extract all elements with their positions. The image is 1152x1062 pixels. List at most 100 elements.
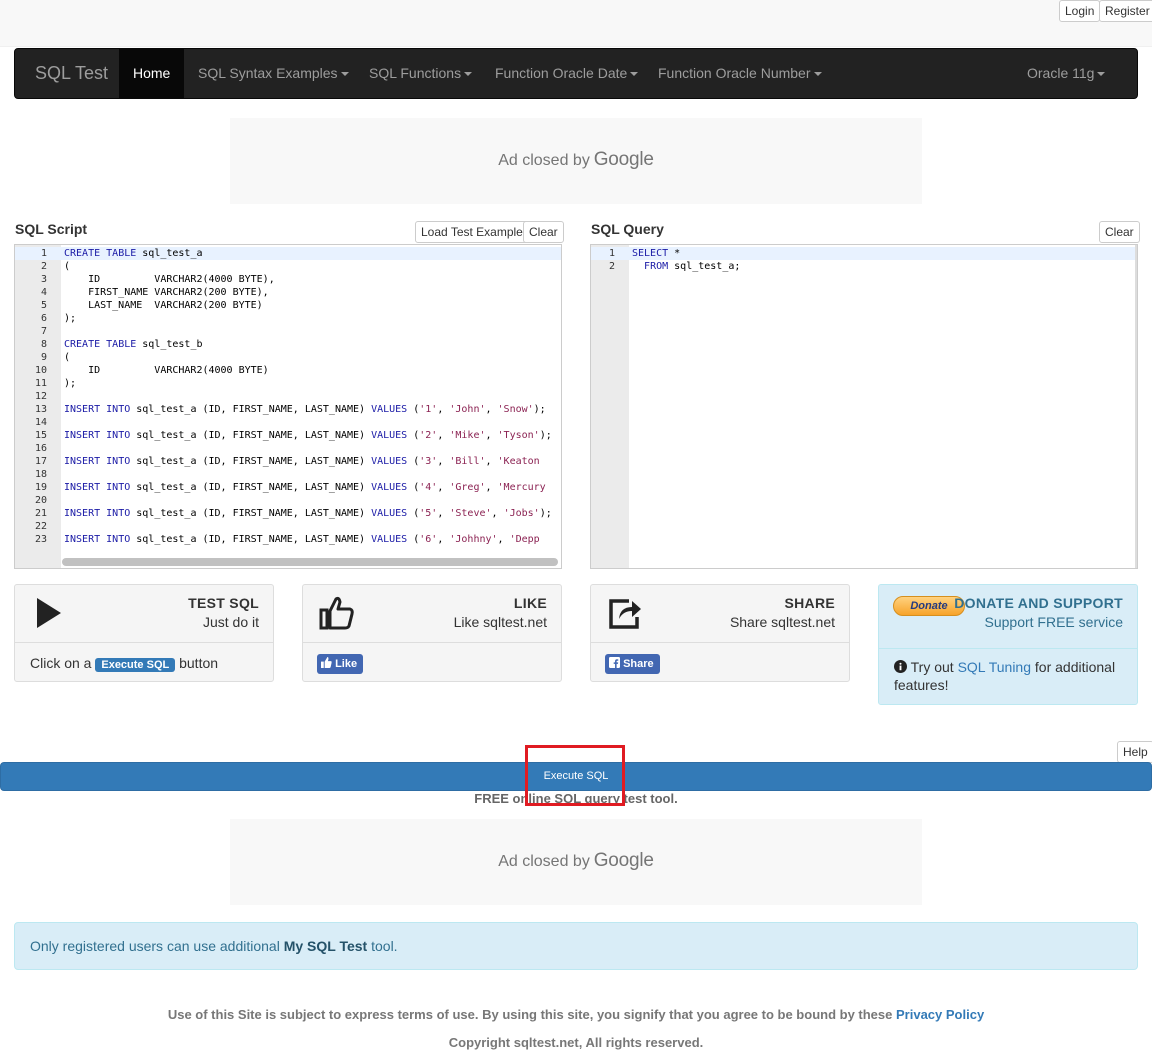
line-number: 8: [40, 339, 47, 350]
card-subtitle: Like sqltest.net: [453, 614, 547, 630]
terms-text: Use of this Site is subject to express t…: [167, 1007, 893, 1022]
card-header: SHARE Share sqltest.net: [591, 585, 849, 643]
code-line: 11);: [15, 377, 561, 390]
nav-sql-syntax-examples[interactable]: SQL Syntax Examples: [198, 49, 349, 98]
code-text: CREATE TABLE sql_test_b: [64, 339, 203, 350]
sql-keyword: INSERT: [64, 482, 101, 493]
sql-string: 'Snow': [497, 404, 534, 415]
code-text: INSERT INTO sql_test_a (ID, FIRST_NAME, …: [64, 482, 546, 493]
code-line: 12: [15, 390, 561, 403]
donate-info: Try out SQL Tuning for additional featur…: [894, 658, 1129, 694]
db-version-dropdown[interactable]: Oracle 11g: [1027, 49, 1106, 98]
nav-label: Function Oracle Number: [658, 65, 811, 81]
like-label: Like: [335, 658, 358, 670]
info-prefix: Try out: [910, 659, 954, 675]
sql-keyword: INTO: [106, 404, 131, 415]
ad-text: Ad closed by: [498, 152, 590, 169]
code-text: FROM sql_test_a;: [644, 261, 741, 272]
thumbs-up-icon: [319, 596, 354, 630]
sql-keyword: INTO: [106, 508, 131, 519]
line-number: 9: [40, 352, 47, 363]
line-number: 13: [34, 404, 47, 415]
execute-sql-badge: Execute SQL: [95, 658, 176, 672]
top-bar: Login Register: [0, 0, 1152, 47]
register-button[interactable]: Register: [1099, 0, 1152, 22]
sql-script-editor[interactable]: 1 CREATE TABLE sql_test_a 2(3 ID VARCHAR2(…: [14, 244, 562, 569]
code-line: 6);: [15, 312, 561, 325]
code-line: 19 INSERT INTO sql_test_a (ID, FIRST_NAME…: [15, 481, 561, 494]
help-button[interactable]: Help: [1117, 741, 1152, 763]
sql-string: 'Mike': [449, 430, 486, 441]
nav-label: Function Oracle Date: [495, 65, 628, 81]
thumbs-up-small-icon: [321, 657, 332, 668]
facebook-like-button[interactable]: Like: [317, 654, 364, 674]
line-number: 18: [34, 469, 47, 480]
nav-home[interactable]: Home: [119, 49, 185, 98]
ad-text: Ad closed by: [498, 853, 590, 870]
sql-keyword: INSERT: [64, 456, 101, 467]
play-icon: [37, 598, 61, 628]
privacy-policy-link[interactable]: Privacy Policy: [896, 1007, 984, 1022]
facebook-share-button[interactable]: Share: [605, 654, 660, 674]
line-number: 14: [34, 417, 47, 428]
sql-string: 'Mercury: [497, 482, 546, 493]
sql-string: '1': [419, 404, 438, 415]
alert-suffix: tool.: [371, 938, 398, 954]
sql-keyword: VALUES: [371, 404, 408, 415]
sql-string: '3': [419, 456, 438, 467]
registered-users-alert: Only registered users can use additional…: [14, 922, 1138, 970]
load-test-example-button[interactable]: Load Test Example: [415, 221, 529, 243]
sql-keyword: VALUES: [371, 430, 408, 441]
code-line: 15 INSERT INTO sql_test_a (ID, FIRST_NAME…: [15, 429, 561, 442]
my-sql-test-link[interactable]: My SQL Test: [284, 938, 368, 954]
sql-keyword: CREATE: [64, 248, 101, 259]
sql-string: '6': [419, 534, 438, 545]
card-subtitle: Share sqltest.net: [729, 614, 835, 630]
code-text: ID VARCHAR2(4000 BYTE),: [64, 274, 275, 285]
nav-function-oracle-date[interactable]: Function Oracle Date: [495, 49, 639, 98]
share-label: Share: [623, 658, 654, 670]
code-line: 16: [15, 442, 561, 455]
sql-tuning-link[interactable]: SQL Tuning: [958, 659, 1031, 675]
code-line: 18: [15, 468, 561, 481]
code-text: LAST_NAME VARCHAR2(200 BYTE): [64, 300, 263, 311]
ad-banner-bottom: Ad closed by Google: [230, 819, 922, 905]
card-header: LIKE Like sqltest.net: [303, 585, 561, 643]
nav-sql-functions[interactable]: SQL Functions: [369, 49, 473, 98]
code-line: 20: [15, 494, 561, 507]
line-number: 21: [34, 508, 47, 519]
card-subtitle: Just do it: [202, 614, 259, 630]
sql-string: 'Steve': [449, 508, 492, 519]
sql-keyword: INSERT: [64, 404, 101, 415]
foot-suffix: button: [179, 655, 219, 671]
info-circle-icon: [894, 660, 907, 673]
code-text: SELECT *: [632, 248, 681, 259]
sql-query-editor[interactable]: 1 SELECT * 2 FROM sql_test_a;: [590, 244, 1138, 569]
code-line: 22: [15, 520, 561, 533]
line-number: 5: [40, 300, 47, 311]
login-button[interactable]: Login: [1059, 0, 1101, 22]
execute-sql-button[interactable]: Execute SQL: [0, 762, 1152, 791]
sql-string: 'Jobs': [503, 508, 540, 519]
query-clear-button[interactable]: Clear: [1099, 221, 1140, 243]
code-line: 10 ID VARCHAR2(4000 BYTE): [15, 364, 561, 377]
tagline: FREE online SQL query test tool.: [474, 791, 678, 806]
sql-string: 'Bill': [449, 456, 486, 467]
nav-function-oracle-number[interactable]: Function Oracle Number: [658, 49, 822, 98]
line-number: 15: [34, 430, 47, 441]
code-line: 1 SELECT *: [591, 247, 1137, 260]
sql-keyword: SELECT: [632, 248, 669, 259]
sql-keyword: INTO: [106, 456, 131, 467]
card-title: SHARE: [784, 595, 835, 611]
horizontal-scrollbar[interactable]: [62, 558, 558, 566]
brand-link[interactable]: SQL Test: [35, 49, 108, 98]
nav-label: Oracle 11g: [1027, 65, 1095, 81]
script-clear-button[interactable]: Clear: [523, 221, 564, 243]
donate-card: Donate DONATE AND SUPPORT Support FREE s…: [878, 584, 1138, 705]
line-number: 22: [34, 521, 47, 532]
sql-keyword: TABLE: [106, 248, 137, 259]
code-line: 5 LAST_NAME VARCHAR2(200 BYTE): [15, 299, 561, 312]
line-number: 12: [34, 391, 47, 402]
code-line: 1 CREATE TABLE sql_test_a: [15, 247, 561, 260]
sql-string: 'John': [449, 404, 486, 415]
